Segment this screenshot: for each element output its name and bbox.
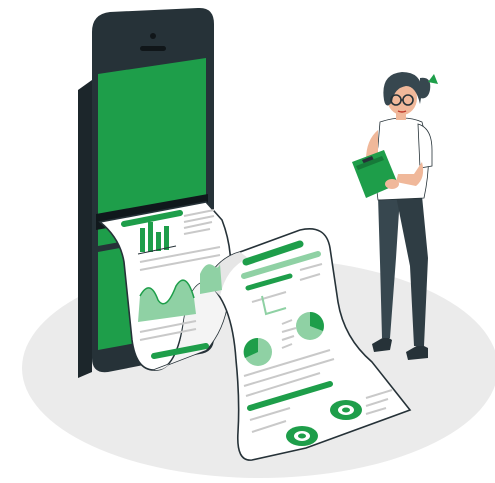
illustration-scene xyxy=(0,0,495,483)
phone-report-illustration xyxy=(22,7,495,478)
